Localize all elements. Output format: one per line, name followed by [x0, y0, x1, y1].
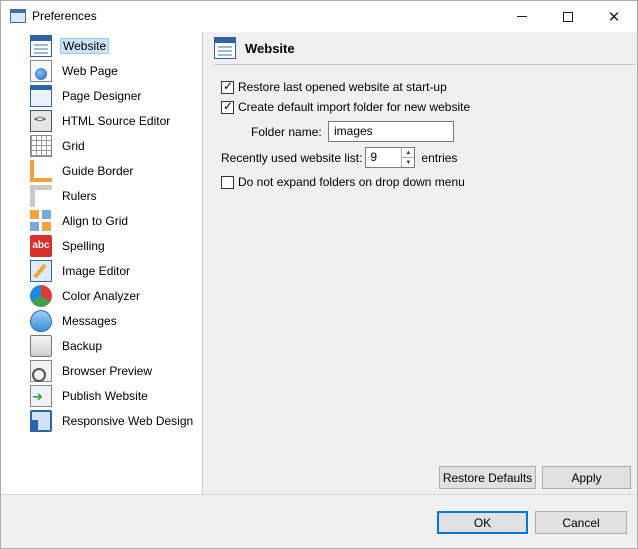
- settings-panel: Website Restore last opened website at s…: [204, 32, 637, 494]
- no-expand-folders-checkbox[interactable]: [221, 175, 234, 189]
- sidebar-item-label: Browser Preview: [62, 363, 153, 378]
- sidebar-item-label: HTML Source Editor: [62, 113, 171, 128]
- stepper-arrows: ▲ ▼: [401, 148, 415, 167]
- no-expand-folders-label: Do not expand folders on drop down menu: [238, 175, 465, 189]
- cancel-button[interactable]: Cancel: [535, 511, 627, 534]
- maximize-icon: [563, 11, 573, 22]
- category-sidebar: Website Web Page Page Designer HTML Sour…: [1, 32, 203, 494]
- sidebar-item-browser-preview[interactable]: Browser Preview: [30, 358, 154, 383]
- recent-list-suffix: entries: [421, 150, 458, 165]
- sidebar-item-label: Page Designer: [62, 88, 142, 103]
- create-import-folder-checkbox[interactable]: [221, 99, 234, 114]
- website-icon: [214, 37, 236, 59]
- folder-name-row: Folder name: images: [251, 121, 454, 142]
- spelling-icon: abc: [30, 234, 52, 257]
- sidebar-item-guide-border[interactable]: Guide Border: [30, 158, 135, 183]
- create-import-folder-label: Create default import folder for new web…: [238, 100, 471, 114]
- minimize-icon: [517, 16, 527, 17]
- grid-icon: [30, 134, 52, 157]
- folder-name-label: Folder name:: [251, 124, 322, 139]
- minimize-button[interactable]: [499, 1, 545, 32]
- sidebar-item-label: Color Analyzer: [62, 288, 141, 303]
- dialog-footer: OK Cancel: [1, 494, 637, 548]
- sidebar-item-label: Image Editor: [62, 263, 131, 278]
- recent-list-row: Recently used website list: 9 ▲ ▼ entrie…: [221, 147, 457, 168]
- sidebar-item-spelling[interactable]: abc Spelling: [30, 233, 107, 258]
- sidebar-item-label: Align to Grid: [62, 213, 129, 228]
- sidebar-item-rulers[interactable]: Rulers: [30, 183, 99, 208]
- web-page-icon: [30, 59, 52, 82]
- align-to-grid-icon: [30, 209, 52, 232]
- sidebar-item-website[interactable]: Website: [30, 33, 110, 58]
- sidebar-item-label: Spelling: [62, 238, 105, 253]
- responsive-web-design-icon: [30, 409, 52, 432]
- stepper-up-icon[interactable]: ▲: [402, 148, 414, 157]
- image-editor-icon: [30, 259, 52, 282]
- sidebar-item-label: Guide Border: [62, 163, 134, 178]
- restore-last-site-checkbox[interactable]: [221, 79, 234, 94]
- backup-icon: [30, 334, 52, 357]
- stepper-down-icon[interactable]: ▼: [402, 157, 415, 167]
- sidebar-item-web-page[interactable]: Web Page: [30, 58, 120, 83]
- sidebar-item-backup[interactable]: Backup: [30, 333, 104, 358]
- restore-last-site-label: Restore last opened website at start-up: [238, 80, 447, 94]
- sidebar-item-image-editor[interactable]: Image Editor: [30, 258, 132, 283]
- sidebar-item-color-analyzer[interactable]: Color Analyzer: [30, 283, 142, 308]
- close-icon: ✕: [607, 7, 621, 26]
- website-icon: [30, 34, 52, 57]
- sidebar-item-label: Messages: [62, 313, 117, 328]
- rulers-icon: [30, 184, 52, 207]
- preferences-window: Preferences ✕ Website Web Page Page Desi…: [0, 0, 638, 549]
- sidebar-item-label: Backup: [62, 338, 103, 353]
- apply-button[interactable]: Apply: [542, 466, 631, 489]
- sidebar-item-label: Web Page: [62, 63, 118, 78]
- ok-button[interactable]: OK: [437, 511, 528, 534]
- create-import-folder-option[interactable]: Create default import folder for new web…: [221, 99, 471, 114]
- page-designer-icon: [30, 84, 52, 107]
- sidebar-item-html-source-editor[interactable]: HTML Source Editor: [30, 108, 172, 133]
- folder-name-input[interactable]: images: [328, 121, 454, 142]
- sidebar-item-messages[interactable]: Messages: [30, 308, 119, 333]
- close-button[interactable]: ✕: [591, 1, 637, 32]
- color-analyzer-icon: [30, 284, 52, 307]
- recent-list-label: Recently used website list:: [221, 150, 363, 165]
- recent-list-value[interactable]: 9: [366, 148, 401, 167]
- panel-title: Website: [245, 40, 295, 56]
- html-source-icon: [30, 109, 52, 132]
- preferences-window-icon: [10, 9, 26, 23]
- sidebar-item-responsive-web-design[interactable]: Responsive Web Design: [30, 408, 195, 433]
- panel-header: Website: [214, 32, 635, 65]
- sidebar-item-align-to-grid[interactable]: Align to Grid: [30, 208, 130, 233]
- sidebar-item-label: Rulers: [62, 188, 97, 203]
- browser-preview-icon: [30, 359, 52, 382]
- messages-icon: [30, 309, 52, 332]
- sidebar-item-page-designer[interactable]: Page Designer: [30, 83, 143, 108]
- no-expand-folders-option[interactable]: Do not expand folders on drop down menu: [221, 175, 465, 189]
- recent-list-stepper[interactable]: 9 ▲ ▼: [365, 147, 416, 168]
- restore-last-site-option[interactable]: Restore last opened website at start-up: [221, 79, 447, 94]
- guide-border-icon: [30, 159, 52, 182]
- sidebar-item-publish-website[interactable]: Publish Website: [30, 383, 150, 408]
- sidebar-item-label: Publish Website: [62, 388, 148, 403]
- window-title: Preferences: [32, 9, 97, 23]
- maximize-button[interactable]: [545, 1, 591, 32]
- sidebar-item-label: Website: [60, 37, 110, 54]
- sidebar-item-label: Grid: [62, 138, 85, 153]
- publish-website-icon: [30, 384, 52, 407]
- sidebar-item-label: Responsive Web Design: [62, 413, 194, 428]
- restore-defaults-button[interactable]: Restore Defaults: [439, 466, 536, 489]
- sidebar-item-grid[interactable]: Grid: [30, 133, 87, 158]
- title-bar[interactable]: Preferences ✕: [1, 1, 637, 32]
